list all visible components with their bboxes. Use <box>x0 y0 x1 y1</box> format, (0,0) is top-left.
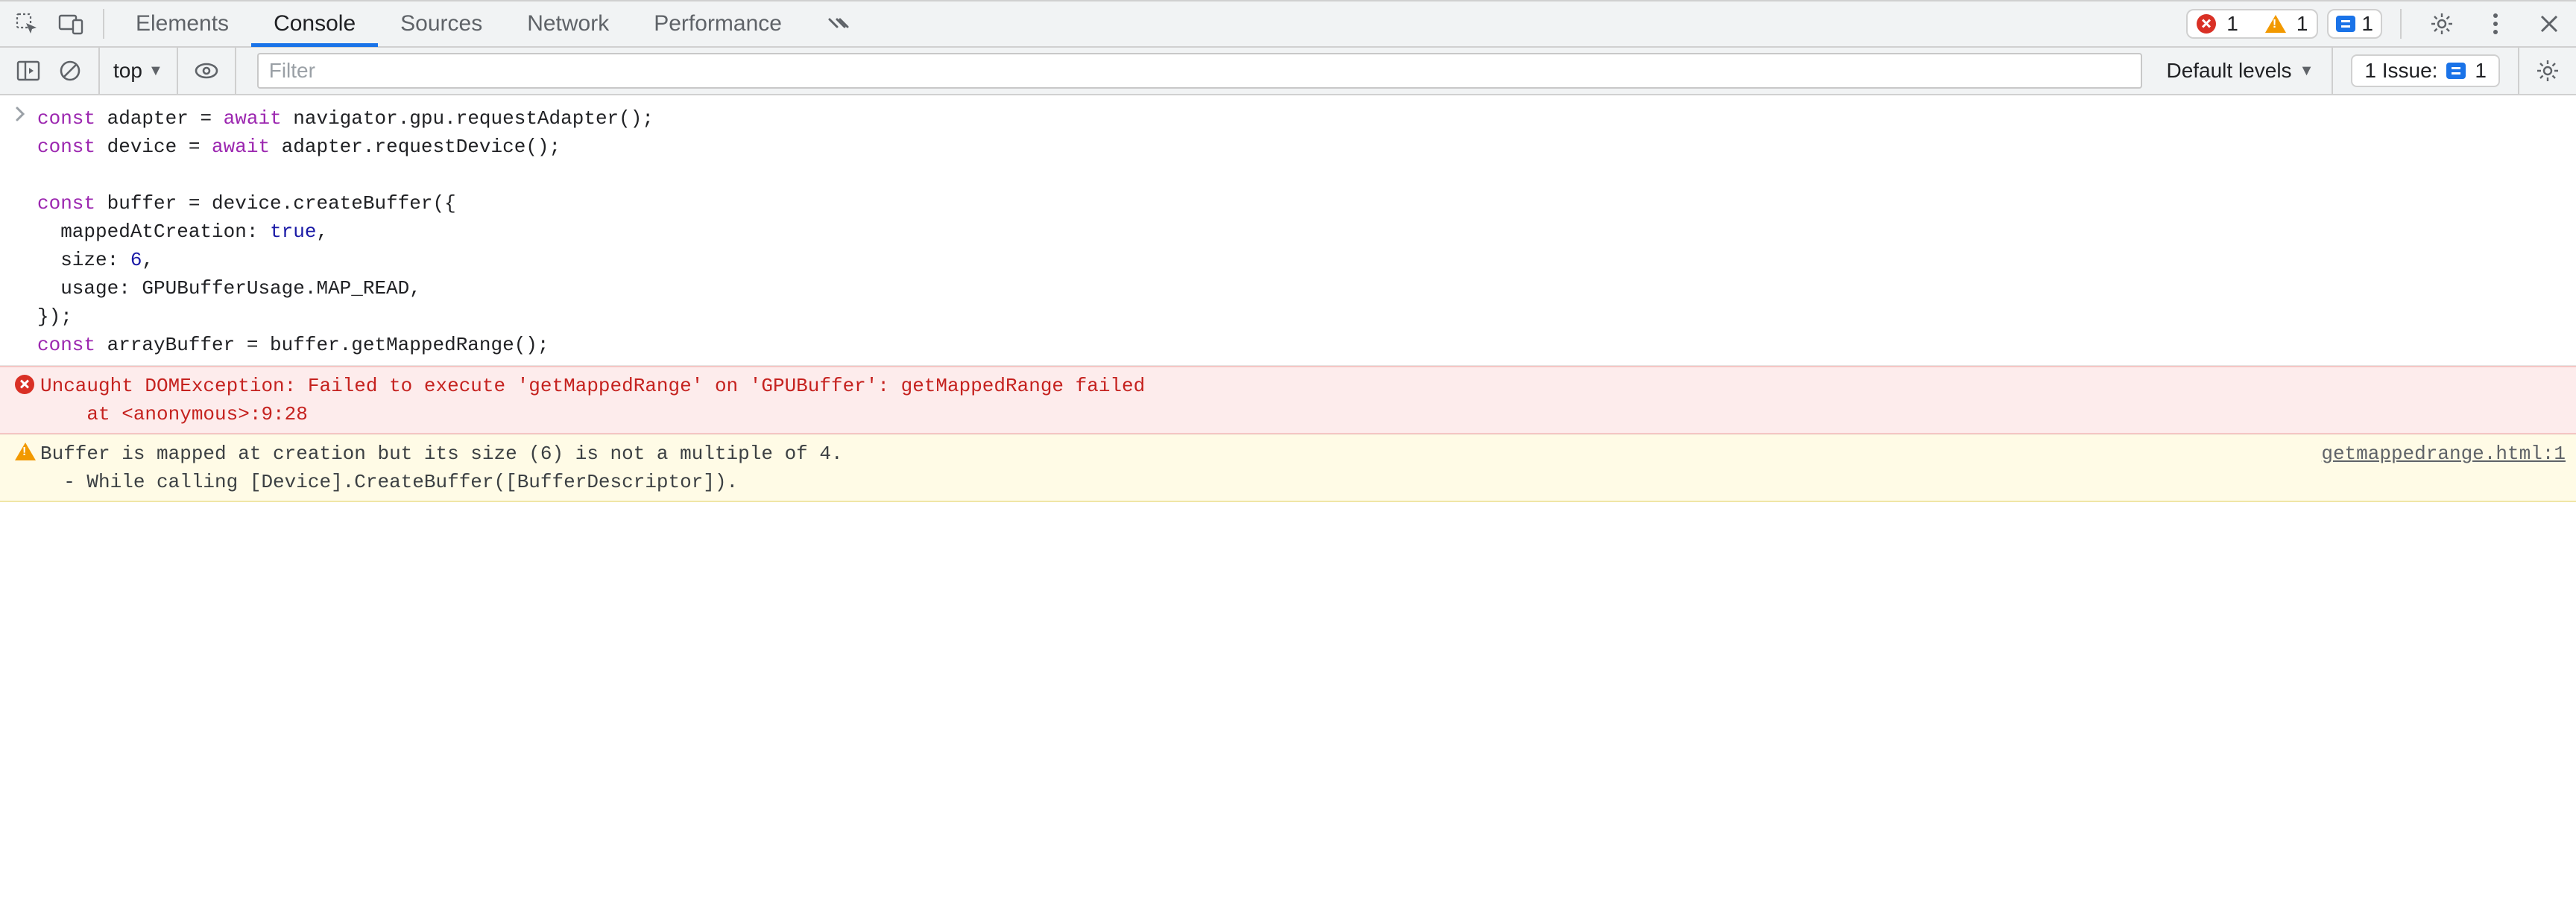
warning-text: Buffer is mapped at creation but its siz… <box>40 440 2291 496</box>
sidebar-toggle-icon[interactable] <box>7 47 49 95</box>
console-input-row[interactable]: const adapter = await navigator.gpu.requ… <box>0 95 2576 366</box>
chevron-down-icon: ▼ <box>2299 63 2314 80</box>
log-levels-select[interactable]: Default levels ▼ <box>2156 59 2324 83</box>
issues-count: 1 <box>2475 59 2487 83</box>
divider <box>103 9 104 39</box>
info-icon <box>2336 16 2355 32</box>
divider <box>2518 47 2519 95</box>
divider <box>2400 9 2402 39</box>
status-group: 1 1 1 <box>2186 1 2572 47</box>
warning-count: 1 <box>2296 12 2308 36</box>
tab-elements[interactable]: Elements <box>113 1 251 47</box>
tab-console[interactable]: Console <box>251 1 378 47</box>
divider <box>98 47 100 95</box>
info-icon <box>2446 63 2466 79</box>
devtools-panel: Elements Console Sources Network Perform… <box>0 0 2576 900</box>
console-code: const adapter = await navigator.gpu.requ… <box>37 104 654 359</box>
inspect-element-icon[interactable] <box>4 1 49 47</box>
console-toolbar: top ▼ Default levels ▼ 1 Issue: 1 <box>0 48 2576 95</box>
issues-button[interactable]: 1 Issue: 1 <box>2351 54 2500 87</box>
warning-icon <box>15 443 36 460</box>
console-settings-icon[interactable] <box>2527 47 2569 95</box>
warning-source-link[interactable]: getmappedrange.html:1 <box>2291 440 2566 496</box>
more-icon[interactable] <box>2473 1 2518 47</box>
tab-performance[interactable]: Performance <box>631 1 804 47</box>
divider <box>235 47 236 95</box>
error-icon <box>2197 14 2216 34</box>
tab-network[interactable]: Network <box>505 1 631 47</box>
error-icon <box>15 375 34 394</box>
close-icon[interactable] <box>2527 1 2572 47</box>
warning-icon <box>2265 15 2286 33</box>
console-body: const adapter = await navigator.gpu.requ… <box>0 95 2576 900</box>
clear-console-icon[interactable] <box>49 47 91 95</box>
prompt-icon <box>15 104 37 359</box>
divider <box>2332 47 2333 95</box>
device-toolbar-icon[interactable] <box>49 1 94 47</box>
divider <box>177 47 178 95</box>
info-count: 1 <box>2361 12 2373 36</box>
chevron-down-icon: ▼ <box>148 63 163 80</box>
context-label: top <box>113 59 142 83</box>
settings-icon[interactable] <box>2419 1 2464 47</box>
log-levels-label: Default levels <box>2166 59 2291 83</box>
error-count: 1 <box>2226 12 2238 36</box>
tabs-overflow[interactable] <box>804 1 879 47</box>
status-info[interactable]: 1 <box>2327 9 2382 39</box>
error-text: Uncaught DOMException: Failed to execute… <box>40 372 2566 428</box>
tab-sources[interactable]: Sources <box>378 1 505 47</box>
console-warning-message[interactable]: Buffer is mapped at creation but its siz… <box>0 434 2576 502</box>
live-expression-icon[interactable] <box>186 47 227 95</box>
panel-tabs: Elements Console Sources Network Perform… <box>113 1 879 47</box>
context-select[interactable]: top ▼ <box>107 59 169 83</box>
console-error-message[interactable]: Uncaught DOMException: Failed to execute… <box>0 366 2576 434</box>
issues-label: 1 Issue: <box>2364 59 2437 83</box>
status-errors-warnings[interactable]: 1 1 <box>2186 9 2318 39</box>
tab-strip: Elements Console Sources Network Perform… <box>0 1 2576 48</box>
filter-input[interactable] <box>257 53 2143 89</box>
